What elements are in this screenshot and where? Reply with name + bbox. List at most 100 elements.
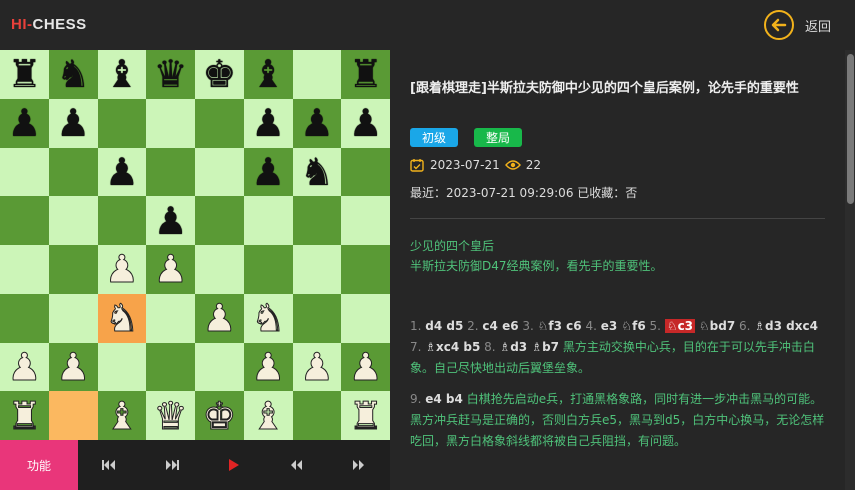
white-pawn-icon[interactable]: ♟ — [104, 250, 139, 289]
square-e3[interactable]: ♟ — [195, 293, 244, 343]
square-e4[interactable] — [195, 245, 244, 294]
square-g1[interactable] — [292, 391, 342, 440]
square-c2[interactable] — [97, 342, 147, 392]
square-c6[interactable]: ♟ — [97, 147, 147, 197]
move-link[interactable]: c4 e6 — [482, 319, 518, 333]
white-pawn-icon[interactable]: ♟ — [153, 250, 188, 289]
black-pawn-icon[interactable]: ♟ — [349, 104, 383, 142]
square-e2[interactable] — [195, 342, 244, 392]
square-g8[interactable] — [292, 50, 342, 99]
white-queen-icon[interactable]: ♛ — [153, 396, 188, 435]
square-a2[interactable]: ♟ — [0, 342, 49, 392]
forward-button[interactable] — [328, 440, 390, 490]
square-d7[interactable] — [146, 98, 195, 148]
move-link[interactable]: ♘bd7 — [699, 319, 735, 333]
white-bishop-icon[interactable]: ♝ — [104, 396, 139, 435]
move-link[interactable]: e4 b4 — [425, 392, 463, 406]
prev-move-button[interactable] — [140, 440, 202, 490]
square-d5[interactable]: ♟ — [146, 196, 195, 245]
move-link[interactable]: ♘f3 c6 — [538, 319, 582, 333]
square-b6[interactable] — [48, 147, 98, 197]
square-c3[interactable]: ♞ — [97, 293, 147, 343]
black-knight-icon[interactable]: ♞ — [56, 55, 90, 93]
square-h8[interactable]: ♜ — [341, 50, 390, 99]
white-pawn-icon[interactable]: ♟ — [251, 347, 286, 386]
square-d1[interactable]: ♛ — [146, 391, 195, 440]
scrollbar-thumb[interactable] — [847, 54, 854, 204]
square-a8[interactable]: ♜ — [0, 50, 49, 99]
black-pawn-icon[interactable]: ♟ — [7, 104, 41, 142]
square-h2[interactable]: ♟ — [341, 342, 390, 392]
square-a1[interactable]: ♜ — [0, 391, 49, 440]
square-e1[interactable]: ♚ — [195, 391, 244, 440]
square-c8[interactable]: ♝ — [97, 50, 147, 99]
square-h5[interactable] — [341, 196, 390, 245]
black-pawn-icon[interactable]: ♟ — [56, 104, 90, 142]
square-e5[interactable] — [195, 196, 244, 245]
square-f7[interactable]: ♟ — [243, 98, 293, 148]
square-b8[interactable]: ♞ — [48, 50, 98, 99]
square-h3[interactable] — [341, 293, 390, 343]
square-e7[interactable] — [195, 98, 244, 148]
square-g3[interactable] — [292, 293, 342, 343]
black-pawn-icon[interactable]: ♟ — [251, 104, 285, 142]
square-e6[interactable] — [195, 147, 244, 197]
play-button[interactable] — [203, 440, 265, 490]
rewind-button[interactable] — [265, 440, 327, 490]
square-b5[interactable] — [48, 196, 98, 245]
white-pawn-icon[interactable]: ♟ — [202, 299, 237, 338]
square-a5[interactable] — [0, 196, 49, 245]
white-knight-icon[interactable]: ♞ — [251, 299, 286, 338]
black-bishop-icon[interactable]: ♝ — [251, 55, 285, 93]
square-c1[interactable]: ♝ — [97, 391, 147, 440]
square-b7[interactable]: ♟ — [48, 98, 98, 148]
white-pawn-icon[interactable]: ♟ — [299, 347, 334, 386]
square-h4[interactable] — [341, 245, 390, 294]
white-rook-icon[interactable]: ♜ — [348, 396, 383, 435]
move-link[interactable]: ♘c3 — [664, 319, 696, 333]
square-d4[interactable]: ♟ — [146, 245, 195, 294]
black-pawn-icon[interactable]: ♟ — [105, 153, 139, 191]
move-link[interactable]: d4 d5 — [425, 319, 463, 333]
square-h1[interactable]: ♜ — [341, 391, 390, 440]
black-knight-icon[interactable]: ♞ — [300, 153, 334, 191]
square-b1[interactable] — [48, 391, 98, 440]
back-label[interactable]: 返回 — [805, 16, 831, 35]
square-a3[interactable] — [0, 293, 49, 343]
square-c7[interactable] — [97, 98, 147, 148]
square-b2[interactable]: ♟ — [48, 342, 98, 392]
white-pawn-icon[interactable]: ♟ — [56, 347, 91, 386]
black-pawn-icon[interactable]: ♟ — [154, 202, 188, 240]
back-button[interactable] — [764, 10, 794, 40]
first-move-button[interactable] — [78, 440, 140, 490]
square-d2[interactable] — [146, 342, 195, 392]
chess-board[interactable]: ♜ ♞ ♝ ♛ ♚ ♝ ♜ ♟ ♟ ♟ ♟ ♟ ♟ ♟ ♞ ♟ ♟ ♟ ♞ ♟ ♞ ♟ ♟ ♟ ♟ ♟ ♜ ♝ ♛ ♚ ♝ ♜ — [0, 50, 390, 440]
black-rook-icon[interactable]: ♜ — [7, 55, 41, 93]
square-b3[interactable] — [48, 293, 98, 343]
square-f3[interactable]: ♞ — [243, 293, 293, 343]
square-d3[interactable] — [146, 293, 195, 343]
white-pawn-icon[interactable]: ♟ — [7, 347, 42, 386]
square-e8[interactable]: ♚ — [195, 50, 244, 99]
square-c4[interactable]: ♟ — [97, 245, 147, 294]
square-g7[interactable]: ♟ — [292, 98, 342, 148]
white-king-icon[interactable]: ♚ — [202, 396, 237, 435]
square-f1[interactable]: ♝ — [243, 391, 293, 440]
move-link[interactable]: ♗d3 ♗b7 — [499, 340, 559, 354]
white-bishop-icon[interactable]: ♝ — [251, 396, 286, 435]
app-logo[interactable]: HI-CHESS — [11, 16, 87, 33]
square-a7[interactable]: ♟ — [0, 98, 49, 148]
square-d6[interactable] — [146, 147, 195, 197]
square-b4[interactable] — [48, 245, 98, 294]
white-rook-icon[interactable]: ♜ — [7, 396, 42, 435]
square-g4[interactable] — [292, 245, 342, 294]
square-a4[interactable] — [0, 245, 49, 294]
black-bishop-icon[interactable]: ♝ — [105, 55, 139, 93]
square-d8[interactable]: ♛ — [146, 50, 195, 99]
white-pawn-icon[interactable]: ♟ — [348, 347, 383, 386]
square-g2[interactable]: ♟ — [292, 342, 342, 392]
square-f4[interactable] — [243, 245, 293, 294]
square-g5[interactable] — [292, 196, 342, 245]
move-link[interactable]: e3 ♘f6 — [601, 319, 646, 333]
move-link[interactable]: ♗xc4 b5 — [425, 340, 480, 354]
